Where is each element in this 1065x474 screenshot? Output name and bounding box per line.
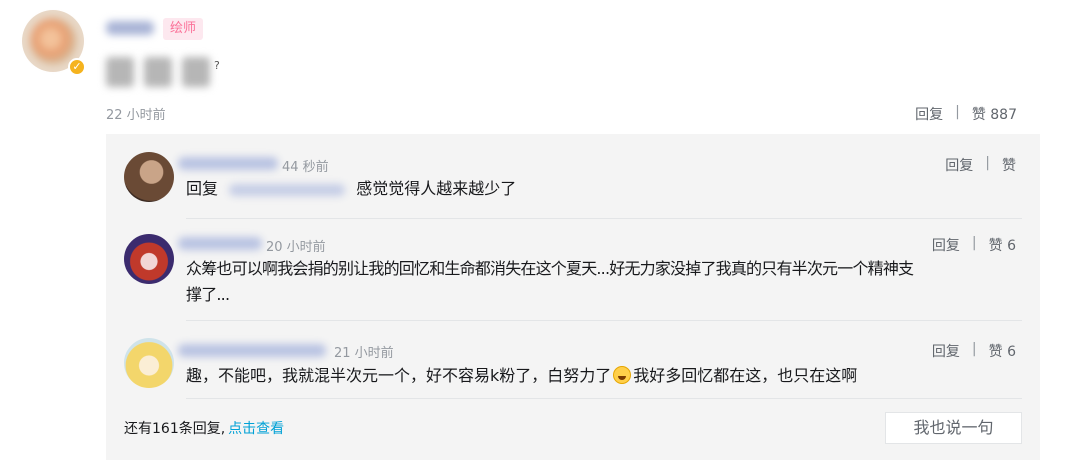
- like-label: 赞: [988, 344, 1003, 360]
- like-button[interactable]: 赞: [1002, 155, 1016, 175]
- crying-emoji-icon: [613, 366, 632, 384]
- like-button[interactable]: 赞 6: [989, 235, 1016, 255]
- reply-username[interactable]: [178, 344, 326, 357]
- redacted-text-tail: ?: [214, 58, 220, 72]
- reply-button[interactable]: 回复: [915, 104, 943, 124]
- like-count: 6: [1007, 344, 1016, 360]
- like-label: 赞: [988, 238, 1003, 254]
- reply-text: 众筹也可以啊我会捐的别让我的回忆和生命都消失在这个夏天...好无力家没掉了我真的…: [186, 256, 1026, 308]
- reply-divider: [186, 398, 1022, 399]
- main-comment-time: 22 小时前: [106, 108, 166, 123]
- redacted-text: [144, 57, 172, 87]
- reply-avatar[interactable]: [124, 234, 174, 284]
- reply-button[interactable]: 回复: [932, 341, 960, 361]
- replies-panel: 44 秒前 回复 | 赞 回复 感觉觉得人越来越少了 20 小时前 回复 | 赞…: [106, 134, 1040, 460]
- reply-actions: 回复 | 赞 6: [932, 341, 1016, 361]
- redacted-mention[interactable]: [229, 183, 346, 196]
- reply-button[interactable]: 回复: [932, 235, 960, 255]
- like-count: 6: [1007, 238, 1016, 254]
- reply-divider: [186, 218, 1022, 219]
- redacted-text: [106, 57, 134, 87]
- more-replies-count: 还有161条回复,: [124, 421, 226, 437]
- reply-content: 感觉觉得人越来越少了: [356, 179, 517, 198]
- reply-avatar[interactable]: [124, 338, 174, 388]
- redacted-text: [182, 57, 210, 87]
- like-count: 887: [990, 107, 1017, 123]
- view-more-link[interactable]: 点击查看: [228, 421, 284, 437]
- verify-badge-icon: ✓: [68, 58, 86, 76]
- more-replies: 还有161条回复, 点击查看: [124, 418, 284, 438]
- main-comment-text: ?: [106, 54, 220, 90]
- reply-avatar[interactable]: [124, 152, 174, 202]
- main-comment-avatar[interactable]: ✓: [22, 10, 86, 76]
- action-separator: |: [971, 341, 977, 357]
- action-separator: |: [971, 235, 977, 251]
- main-comment-actions: 回复 | 赞 887: [915, 104, 1017, 124]
- like-label: 赞: [971, 107, 986, 123]
- action-separator: |: [985, 155, 990, 171]
- like-button[interactable]: 赞 887: [972, 104, 1017, 124]
- reply-time: 20 小时前: [266, 240, 326, 255]
- reply-username[interactable]: [178, 237, 262, 250]
- reply-prefix: 回复: [186, 179, 219, 198]
- reply-actions: 回复 | 赞 6: [932, 235, 1016, 255]
- reply-username[interactable]: [178, 157, 278, 170]
- reply-divider: [186, 320, 1022, 321]
- role-badge: 绘师: [163, 18, 204, 40]
- action-separator: |: [955, 104, 960, 120]
- main-comment-username[interactable]: [106, 21, 154, 35]
- reply-text: 回复 感觉觉得人越来越少了: [186, 176, 516, 202]
- reply-content: 趣，不能吧，我就混半次元一个，好不容易k粉了，白努力了: [186, 366, 612, 385]
- reply-content-line: 众筹也可以啊我会捐的别让我的回忆和生命都消失在这个夏天...好无力家没掉了我真的…: [186, 259, 914, 278]
- reply-button[interactable]: 回复: [945, 155, 973, 175]
- say-something-button[interactable]: 我也说一句: [885, 412, 1022, 444]
- reply-time: 21 小时前: [334, 346, 394, 361]
- reply-time: 44 秒前: [282, 160, 329, 175]
- avatar-image: [30, 18, 76, 64]
- reply-actions: 回复 | 赞: [945, 155, 1016, 175]
- reply-content: 我好多回忆都在这，也只在这啊: [633, 366, 858, 385]
- reply-content-line: 撑了...: [186, 285, 230, 304]
- reply-text: 趣，不能吧，我就混半次元一个，好不容易k粉了，白努力了 我好多回忆都在这，也只在这…: [186, 363, 857, 389]
- like-button[interactable]: 赞 6: [989, 341, 1016, 361]
